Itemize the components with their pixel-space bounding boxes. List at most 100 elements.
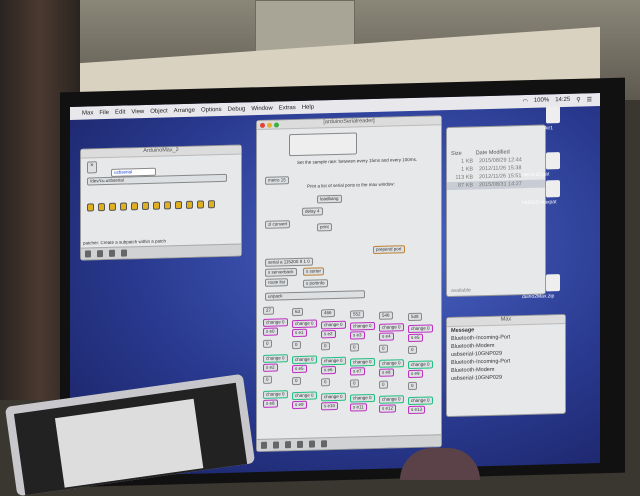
number-box[interactable]: 0 (321, 342, 330, 351)
change-object[interactable]: change 0 (292, 391, 317, 401)
change-object[interactable]: change 0 (350, 321, 375, 331)
file-icon[interactable] (546, 152, 560, 170)
send-object[interactable]: s e9 (408, 369, 423, 379)
change-object[interactable]: change 0 (321, 356, 346, 366)
send-object[interactable]: s e1 (292, 328, 307, 338)
max-console-window[interactable]: Max Message Bluetooth-Incoming-Port Bluet… (446, 313, 566, 418)
change-object[interactable]: change 0 (263, 390, 288, 399)
change-object[interactable]: change 0 (379, 395, 404, 404)
change-object[interactable]: change 0 (292, 355, 317, 365)
minimize-button[interactable] (267, 122, 272, 128)
clock[interactable]: 14:25 (555, 97, 570, 104)
loadbang-object[interactable]: loadbang (317, 194, 342, 204)
patch-toolbar[interactable] (257, 434, 441, 452)
menu-file[interactable]: File (99, 109, 109, 115)
menu-arrange[interactable]: Arrange (174, 107, 195, 114)
number-box[interactable]: 0 (321, 378, 330, 387)
print-object[interactable]: print (317, 223, 332, 232)
serial-object[interactable]: serial a 115200 8 1 0 (265, 257, 313, 267)
zoom-button[interactable] (274, 122, 279, 128)
menu-edit[interactable]: Edit (115, 109, 125, 115)
change-object[interactable]: change 0 (292, 319, 317, 329)
small-patch-window[interactable]: ArduinoMax_2 ✕ usbserial /dev/cu.usbseri… (80, 144, 242, 261)
size-column-header[interactable]: Size (451, 151, 462, 157)
change-object[interactable]: change 0 (321, 392, 346, 402)
desktop-icon-label[interactable]: duino2Max.zip (522, 293, 554, 300)
number-box[interactable]: 0 (379, 380, 388, 389)
date-column-header[interactable]: Date Modified (476, 149, 510, 156)
change-object[interactable]: change 0 (350, 357, 375, 367)
send-object[interactable]: s e12 (379, 404, 397, 413)
send-object[interactable]: s e10 (321, 401, 339, 411)
sorter-object[interactable]: s sorter (303, 267, 325, 276)
file-icon[interactable] (546, 274, 560, 292)
menu-options[interactable]: Options (201, 106, 222, 113)
menu-object[interactable]: Object (150, 108, 167, 114)
convert-object[interactable]: zl convert (265, 220, 291, 229)
close-button[interactable] (260, 122, 265, 128)
send-object[interactable]: s e8 (379, 368, 394, 377)
change-object[interactable]: change 0 (408, 360, 433, 370)
message-box[interactable]: /dev/cu.usbserial (87, 173, 227, 186)
desktop-icon-label[interactable]: Air1 (544, 125, 553, 131)
number-box[interactable]: 466 (321, 309, 335, 318)
route-object[interactable]: route list (265, 278, 289, 287)
send-object[interactable]: s e8 (263, 399, 278, 408)
metro-object[interactable]: metro 15 (265, 176, 289, 185)
delay-object[interactable]: delay 4 (302, 207, 323, 216)
send-object[interactable]: s e11 (350, 403, 367, 412)
number-box[interactable]: 0 (408, 345, 417, 355)
menu-extras[interactable]: Extras (279, 105, 296, 111)
finder-window[interactable]: Size Date Modified 1 KB 2015/08/29 12:44 1 … (446, 124, 546, 298)
change-object[interactable]: change 0 (350, 393, 375, 403)
desktop-icon-label[interactable]: ner.io.c2.pat (522, 171, 549, 178)
toggle[interactable]: ✕ (87, 161, 97, 174)
file-icon[interactable] (546, 106, 560, 124)
menu-debug[interactable]: Debug (228, 106, 246, 112)
number-slider[interactable] (289, 132, 357, 157)
send-object[interactable]: s e3 (350, 331, 365, 340)
main-patch-window[interactable]: [arduinoSerialreader] Set the sample rat… (256, 115, 442, 453)
file-icon[interactable] (546, 180, 560, 198)
send-object[interactable]: s e5 (408, 333, 423, 343)
number-box[interactable]: 63 (292, 307, 304, 317)
number-box[interactable]: 538 (408, 312, 422, 322)
prepend-object[interactable]: prepend port (373, 245, 405, 255)
menu-view[interactable]: View (131, 108, 144, 114)
number-box[interactable]: 0 (263, 375, 272, 384)
send-object[interactable]: s e2 (263, 363, 278, 372)
desktop-icon-label[interactable]: hd2015.maxpat (522, 199, 556, 206)
menu-window[interactable]: Window (251, 105, 272, 112)
battery-status[interactable]: 100% (534, 97, 549, 104)
number-box[interactable]: 0 (263, 339, 272, 348)
change-object[interactable]: change 0 (408, 396, 433, 406)
change-object[interactable]: change 0 (379, 359, 404, 368)
send-object[interactable]: s e9 (292, 400, 307, 410)
send-object[interactable]: s e13 (408, 405, 426, 415)
send-object[interactable]: s e6 (321, 365, 336, 375)
send-object[interactable]: s e5 (292, 364, 307, 374)
number-box[interactable]: 0 (292, 340, 301, 350)
serverback-object[interactable]: s serverback (265, 268, 297, 277)
number-box[interactable]: 552 (350, 310, 364, 319)
send-object[interactable]: s e7 (350, 367, 365, 376)
spotlight-icon[interactable]: ⚲ (576, 97, 580, 104)
number-box[interactable]: 0 (408, 381, 417, 391)
send-object[interactable]: s e2 (321, 329, 336, 339)
unpack-object[interactable]: unpack (265, 290, 365, 301)
patch-toolbar[interactable] (81, 243, 241, 260)
change-object[interactable]: change 0 (263, 318, 288, 327)
change-object[interactable]: change 0 (263, 354, 288, 363)
change-object[interactable]: change 0 (408, 324, 433, 334)
number-box[interactable]: 0 (350, 343, 359, 352)
number-box[interactable]: 0 (292, 376, 301, 386)
wifi-icon[interactable]: ◠ (523, 98, 528, 105)
file-row[interactable]: 87 KB 2015/08/31 14:27 (447, 179, 545, 191)
send-object[interactable]: s e0 (263, 327, 278, 336)
number-box[interactable]: 0 (350, 379, 359, 388)
change-object[interactable]: change 0 (321, 320, 346, 330)
notification-icon[interactable]: ☰ (587, 96, 592, 103)
portinfo-object[interactable]: s portinfo (303, 279, 328, 288)
menu-help[interactable]: Help (302, 104, 314, 110)
send-object[interactable]: s e4 (379, 332, 394, 341)
